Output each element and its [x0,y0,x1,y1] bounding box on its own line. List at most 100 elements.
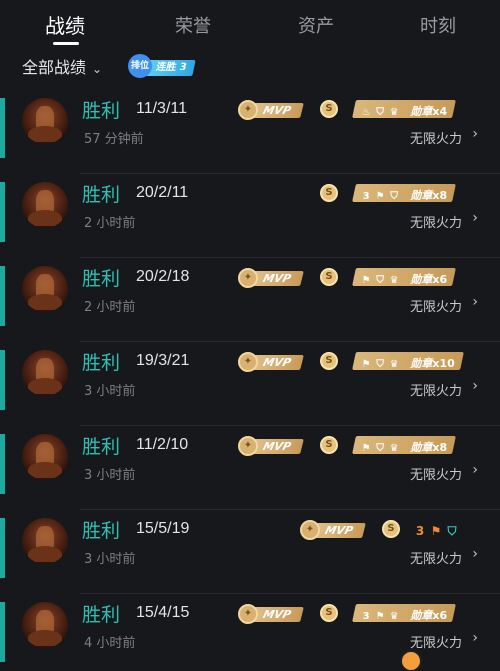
tab-moments[interactable]: 时刻 [398,12,478,38]
flame-icon: ♨ [361,107,371,118]
match-row[interactable]: 胜利 11/3/11 MVP ✦ S ♨ ⛉ ♛ 勋章x4 57 分钟前 无限火力 … [0,90,500,174]
win-indicator-bar [0,266,5,326]
gold-coin-icon: S [382,520,400,538]
kda-score: 19/3/21 [136,352,190,369]
gold-coin-icon: S [320,100,338,118]
chevron-down-icon: ⌄ [92,62,103,76]
mvp-medal-icon: ✦ [238,436,258,456]
mvp-label: MVP [250,355,304,370]
medals-badge: ⚑ ⛉ ♛ 勋章x10 [352,352,464,370]
medals-badge: ♨ ⛉ ♛ 勋章x4 [352,100,456,118]
match-row[interactable]: 胜利 19/3/21 MVP ✦ S ⚑ ⛉ ♛ 勋章x10 3 小时前 无限火力 … [0,342,500,426]
chevron-right-icon[interactable]: › [472,378,478,394]
filter-dropdown[interactable]: 全部战绩 ⌄ [22,54,102,78]
game-mode: 无限火力 [409,384,462,399]
chevron-right-icon[interactable]: › [472,126,478,142]
hero-avatar [22,518,68,564]
mvp-label: MVP [312,523,366,538]
game-mode: 无限火力 [409,636,462,651]
kda-score: 20/2/18 [136,268,190,285]
kda-score: 11/3/11 [136,100,188,117]
filter-row: 全部战绩 ⌄ 连胜 3 排位 [0,50,500,90]
gold-coin-icon: S [320,352,338,370]
kda-score: 15/4/15 [136,604,190,621]
mvp-label: MVP [250,607,304,622]
medal-label: 勋章 [410,609,433,622]
ranked-streak-badge[interactable]: 连胜 3 排位 [128,54,208,78]
chevron-right-icon[interactable]: › [472,294,478,310]
ranked-mascot-icon: 排位 [128,54,152,78]
mvp-badge: MVP ✦ [238,436,304,456]
win-indicator-bar [0,434,5,494]
match-result: 胜利 [82,352,121,374]
win-streak-label: 连胜 3 [144,60,197,76]
medals-badge: ⚑ ⛉ ♛ 勋章x6 [352,268,456,286]
match-row[interactable]: 胜利 11/2/10 MVP ✦ S ⚑ ⛉ ♛ 勋章x8 3 小时前 无限火力 › [0,426,500,510]
medal-count: x6 [432,609,448,622]
three-kill-icon: 3 [362,191,370,202]
mvp-badge: MVP ✦ [238,352,304,372]
active-tab-indicator [53,42,79,45]
game-mode: 无限火力 [409,468,462,483]
three-kill-icon: 3 [415,524,425,538]
flag-icon: ⚑ [361,443,371,454]
medal-label: 勋章 [410,189,433,202]
medal-count: x4 [432,105,448,118]
win-indicator-bar [0,602,5,662]
tab-records[interactable]: 战绩 [25,10,105,39]
shield-icon: ⛉ [376,359,384,370]
match-row[interactable]: 胜利 20/2/11 S 3 ⚑ ⛉ 勋章x8 2 小时前 无限火力 › [0,174,500,258]
gold-coin-icon: S [320,184,338,202]
medals-badge: 3 ⚑ ♛ 勋章x6 [352,604,456,622]
match-row[interactable]: 胜利 15/4/15 MVP ✦ S 3 ⚑ ♛ 勋章x6 4 小时前 无限火力 › [0,594,500,671]
medal-label: 勋章 [410,105,433,118]
medals-badge: 3 ⚑ ⛉ 勋章x8 [352,184,456,202]
match-time: 4 小时前 [84,636,136,651]
match-row[interactable]: 胜利 15/5/19 MVP ✦ S 3 ⚑ ⛉ 3 小时前 无限火力 › [0,510,500,594]
chevron-right-icon[interactable]: › [472,630,478,646]
floating-action-button[interactable] [400,650,422,671]
hero-avatar [22,98,68,144]
chevron-right-icon[interactable]: › [472,546,478,562]
tab-honor[interactable]: 荣誉 [153,12,233,38]
mvp-medal-icon: ✦ [238,100,258,120]
match-time: 3 小时前 [84,468,136,483]
win-indicator-bar [0,98,5,158]
flag-icon: ⚑ [361,275,371,286]
medal-count: x8 [432,189,448,202]
chevron-right-icon[interactable]: › [472,210,478,226]
mvp-badge: MVP ✦ [300,520,366,540]
chevron-right-icon[interactable]: › [472,462,478,478]
win-indicator-bar [0,518,5,578]
mvp-label: MVP [250,439,304,454]
mvp-badge: MVP ✦ [238,604,304,624]
hero-avatar [22,350,68,396]
mvp-medal-icon: ✦ [238,352,258,372]
match-row[interactable]: 胜利 20/2/18 MVP ✦ S ⚑ ⛉ ♛ 勋章x6 2 小时前 无限火力 › [0,258,500,342]
tab-assets[interactable]: 资产 [276,12,356,38]
game-mode: 无限火力 [409,300,462,315]
crown-icon: ♛ [389,611,399,622]
medal-label: 勋章 [410,357,433,370]
kda-score: 20/2/11 [136,184,189,201]
shield-icon: ⛉ [376,275,384,286]
shield-icon: ⛉ [376,443,384,454]
medal-count: x6 [432,273,448,286]
match-result: 胜利 [82,436,121,458]
shield-icon: ⛉ [376,107,384,118]
match-time: 2 小时前 [84,300,136,315]
medal-count: x8 [432,441,448,454]
flag-icon: ⚑ [375,191,385,202]
hero-avatar [22,182,68,228]
crown-icon: ♛ [389,107,399,118]
filter-label: 全部战绩 [22,58,87,77]
mvp-label: MVP [250,271,304,286]
medal-label: 勋章 [410,441,433,454]
mvp-badge: MVP ✦ [238,268,304,288]
mvp-medal-icon: ✦ [238,268,258,288]
hero-avatar [22,602,68,648]
gold-coin-icon: S [320,268,338,286]
match-result: 胜利 [82,184,121,206]
gold-coin-icon: S [320,604,338,622]
match-result: 胜利 [82,604,121,626]
